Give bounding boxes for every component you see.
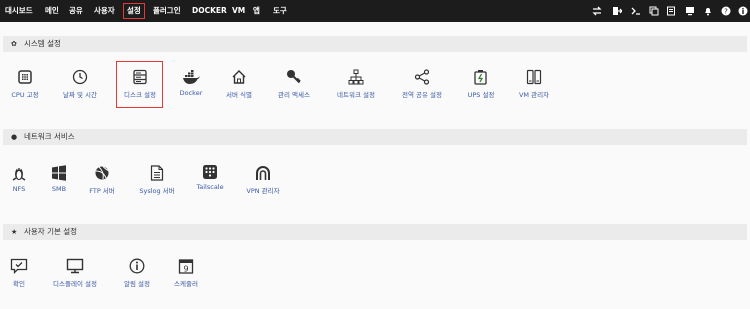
pref-display[interactable]: 디스플레이 설정	[45, 258, 105, 288]
service-syslog[interactable]: Syslog 서버	[127, 165, 187, 195]
setting-date-time[interactable]: 날짜 및 시간	[50, 69, 110, 99]
nav-vm[interactable]: VM	[232, 4, 245, 18]
setting-network[interactable]: 네트워크 설정	[326, 69, 386, 99]
vm-icon	[526, 69, 542, 85]
copy-icon[interactable]	[649, 6, 659, 16]
setting-label: 네트워크 설정	[337, 91, 375, 99]
service-ftp[interactable]: FTP 서버	[72, 165, 132, 195]
setting-label: 관리 액세스	[278, 91, 310, 99]
tailscale-icon	[203, 165, 217, 179]
gear-icon: ✿	[11, 40, 17, 48]
cpu-icon	[18, 70, 32, 84]
calendar-day: 9	[183, 265, 188, 274]
docker-icon	[183, 70, 200, 84]
pref-scheduler[interactable]: 9 스케줄러	[156, 258, 216, 288]
setting-label: 전역 공유 설정	[401, 91, 442, 99]
home-icon	[232, 70, 246, 84]
setting-global-share[interactable]: 전역 공유 설정	[392, 69, 452, 99]
section-title: 사용자 기본 설정	[24, 227, 78, 236]
section-title: 네트워크 서비스	[24, 132, 75, 141]
linux-icon	[12, 168, 26, 181]
setting-label: 날짜 및 시간	[62, 91, 98, 99]
disk-icon	[133, 69, 147, 85]
switch-icon[interactable]	[592, 6, 602, 16]
ftp-icon	[95, 166, 109, 180]
svg-text:?: ?	[724, 8, 728, 16]
nav-docker[interactable]: DOCKER	[192, 4, 227, 18]
notes-icon[interactable]	[666, 6, 676, 16]
setting-server-identity[interactable]: 서버 식별	[209, 69, 269, 99]
setting-cpu-pinning[interactable]: CPU 고정	[0, 69, 55, 99]
setting-label: 서버 식별	[226, 91, 252, 99]
key-icon	[287, 70, 301, 84]
nav-tools[interactable]: 도구	[273, 4, 287, 18]
monitor-icon[interactable]	[685, 6, 695, 16]
info-circle-icon	[129, 258, 145, 274]
section-user-preferences: ★ 사용자 기본 설정	[3, 224, 747, 240]
network-icon	[348, 69, 364, 85]
service-label: Syslog 서버	[139, 187, 175, 195]
vpn-icon	[256, 166, 270, 180]
setting-label: CPU 고정	[11, 91, 39, 99]
pref-label: 확인	[13, 280, 25, 288]
service-label: VPN 관리자	[246, 187, 280, 195]
windows-icon	[52, 165, 66, 181]
help-icon[interactable]: ?	[721, 6, 731, 16]
clock-icon	[72, 69, 88, 85]
document-icon	[150, 165, 164, 181]
section-title: 시스템 설정	[24, 39, 61, 48]
top-nav-bar: 대시보드 메인 공유 사용자 설정 플러그인 DOCKER VM 앱 도구 ?	[0, 0, 750, 22]
star-icon: ★	[11, 228, 18, 236]
setting-management-access[interactable]: 관리 액세스	[264, 69, 324, 99]
service-label: Tailscale	[196, 183, 224, 191]
section-network-services: ● 네트워크 서비스	[3, 129, 747, 145]
service-label: FTP 서버	[89, 187, 115, 195]
pref-label: 디스플레이 설정	[53, 280, 97, 288]
setting-label: UPS 설정	[467, 91, 495, 99]
pref-label: 스케줄러	[174, 280, 198, 288]
nav-shares[interactable]: 공유	[69, 4, 83, 18]
setting-label: VM 관리자	[518, 91, 550, 99]
service-tailscale[interactable]: Tailscale	[180, 165, 240, 191]
section-system-settings: ✿ 시스템 설정	[3, 36, 747, 52]
nav-dashboard[interactable]: 대시보드	[5, 4, 33, 18]
globe-icon: ●	[11, 133, 18, 141]
setting-ups[interactable]: UPS 설정	[451, 69, 511, 99]
nav-plugins[interactable]: 플러그인	[153, 4, 181, 18]
service-vpn[interactable]: VPN 관리자	[233, 165, 293, 195]
confirm-icon	[10, 258, 28, 274]
pref-confirm[interactable]: 확인	[0, 258, 49, 288]
logout-icon[interactable]	[612, 6, 622, 16]
nav-settings[interactable]: 설정	[123, 3, 145, 19]
terminal-icon[interactable]	[631, 6, 641, 16]
info-icon[interactable]	[738, 6, 748, 16]
share-icon	[414, 69, 430, 85]
battery-icon	[474, 70, 487, 85]
bell-icon[interactable]	[703, 6, 713, 16]
calendar-icon: 9	[178, 259, 194, 274]
nav-main[interactable]: 메인	[45, 4, 59, 18]
setting-vm-manager[interactable]: VM 관리자	[504, 69, 564, 99]
nav-apps[interactable]: 앱	[253, 4, 260, 18]
display-icon	[66, 258, 84, 274]
nav-users[interactable]: 사용자	[94, 4, 115, 18]
